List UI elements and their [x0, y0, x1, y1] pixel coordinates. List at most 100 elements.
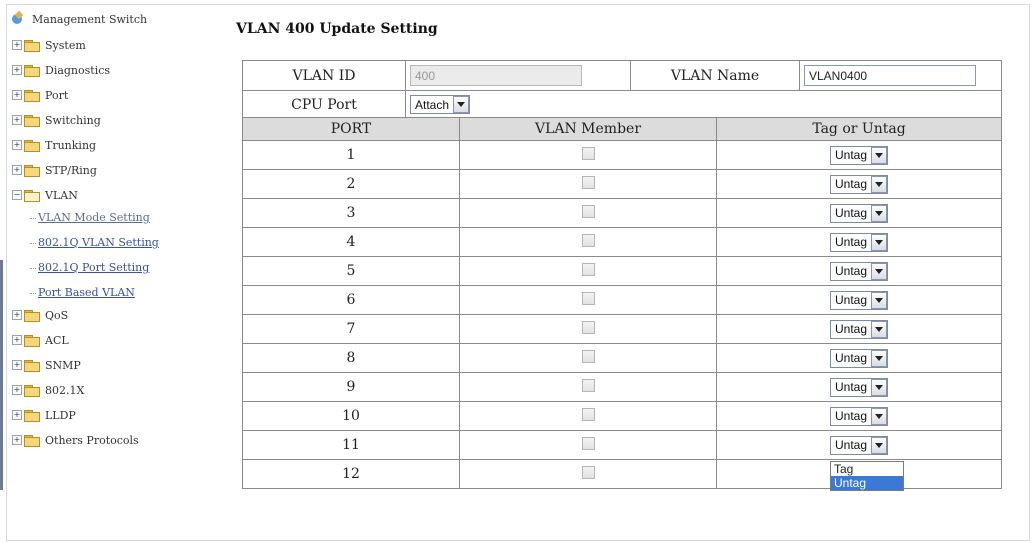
col-header-port: PORT [242, 117, 460, 141]
folder-icon [24, 139, 40, 152]
vlan-member-checkbox[interactable] [581, 262, 595, 276]
expand-icon[interactable]: + [12, 335, 22, 345]
vlan-member-checkbox[interactable] [581, 291, 595, 305]
sidebar-item-lldp[interactable]: + LLDP [12, 406, 76, 424]
vlan-member-checkbox[interactable] [581, 175, 595, 189]
sidebar-item-label: QoS [45, 308, 69, 322]
chevron-down-icon[interactable] [871, 233, 888, 251]
vlan-member-cell [459, 169, 717, 199]
vlan-member-checkbox[interactable] [581, 436, 595, 450]
chevron-down-icon[interactable] [871, 436, 888, 454]
tag-untag-select[interactable]: Untag [829, 203, 889, 223]
sidebar-item-vlan[interactable]: − VLAN [12, 186, 78, 204]
table-row: 11 Untag [242, 430, 1002, 460]
table-row: 7 Untag [242, 314, 1002, 344]
folder-icon [24, 64, 40, 77]
sublink-label: VLAN Mode Setting [38, 211, 150, 224]
sidebar-item-switching[interactable]: + Switching [12, 111, 101, 129]
expand-icon[interactable]: + [12, 140, 22, 150]
sidebar-item-8021x[interactable]: + 802.1X [12, 381, 84, 399]
tag-untag-select[interactable]: Untag [829, 145, 889, 165]
chevron-down-icon[interactable] [871, 291, 888, 309]
sidebar-item-label: System [45, 38, 86, 52]
tag-cell: Untag [716, 140, 1002, 170]
expand-icon[interactable]: + [12, 165, 22, 175]
port-number: 2 [242, 169, 460, 199]
management-switch-icon [10, 12, 26, 26]
table-row: 9 Untag [242, 372, 1002, 402]
sidebar-item-label: Trunking [45, 138, 97, 152]
expand-icon[interactable]: + [12, 40, 22, 50]
chevron-down-icon[interactable] [871, 146, 888, 164]
tag-cell: Untag [716, 372, 1002, 402]
vlan-member-checkbox[interactable] [581, 407, 595, 421]
expand-icon[interactable]: + [12, 360, 22, 370]
tag-untag-select[interactable]: Untag [829, 377, 889, 397]
sidebar-item-stp-ring[interactable]: + STP/Ring [12, 161, 97, 179]
tag-untag-value: Untag [834, 293, 868, 307]
chevron-down-icon[interactable] [453, 96, 470, 113]
port-number: 9 [242, 372, 460, 402]
vlan-name-cell [799, 60, 1002, 91]
expand-icon[interactable]: + [12, 90, 22, 100]
page-title: VLAN 400 Update Setting [236, 21, 438, 37]
vlan-name-input[interactable] [804, 65, 976, 86]
dropdown-option-tag[interactable]: Tag [831, 462, 903, 476]
tree-connector [30, 217, 36, 219]
vlan-member-checkbox[interactable] [581, 204, 595, 218]
vlan-member-checkbox[interactable] [581, 320, 595, 334]
tag-untag-select[interactable]: Untag [829, 319, 889, 339]
chevron-down-icon[interactable] [871, 378, 888, 396]
vlan-member-checkbox[interactable] [581, 349, 595, 363]
chevron-down-icon[interactable] [871, 204, 888, 222]
sidebar-sub-8021q-vlan-setting[interactable]: 802.1Q VLAN Setting [30, 236, 159, 249]
dropdown-option-untag[interactable]: Untag [831, 476, 903, 490]
chevron-down-icon[interactable] [871, 175, 888, 193]
chevron-down-icon[interactable] [871, 262, 888, 280]
sidebar-item-trunking[interactable]: + Trunking [12, 136, 96, 154]
sidebar-sub-vlan-mode-setting[interactable]: VLAN Mode Setting [30, 211, 150, 224]
port-table-header: PORT VLAN Member Tag or Untag [242, 117, 1002, 141]
sidebar-item-snmp[interactable]: + SNMP [12, 356, 81, 374]
expand-icon[interactable]: + [12, 410, 22, 420]
vlan-member-checkbox[interactable] [581, 378, 595, 392]
chevron-down-icon[interactable] [871, 320, 888, 338]
tag-untag-value: Untag [834, 148, 868, 162]
sidebar-item-qos[interactable]: + QoS [12, 306, 68, 324]
expand-icon[interactable]: + [12, 310, 22, 320]
expand-icon[interactable]: + [12, 115, 22, 125]
expand-icon[interactable]: + [12, 435, 22, 445]
tree-root[interactable]: Management Switch [10, 10, 147, 28]
tag-untag-select[interactable]: Untag [829, 290, 889, 310]
collapse-icon[interactable]: − [12, 190, 22, 200]
sidebar-item-label: STP/Ring [45, 163, 97, 177]
tag-untag-select[interactable]: Untag [829, 406, 889, 426]
tag-untag-dropdown-list: Tag Untag [830, 461, 904, 491]
sidebar-item-acl[interactable]: + ACL [12, 331, 69, 349]
vlan-member-checkbox[interactable] [581, 465, 595, 479]
tag-cell: Untag [716, 169, 1002, 199]
sidebar-item-system[interactable]: + System [12, 36, 86, 54]
tag-untag-select[interactable]: Untag [829, 435, 889, 455]
expand-icon[interactable]: + [12, 65, 22, 75]
sidebar-sub-port-based-vlan[interactable]: Port Based VLAN [30, 286, 135, 299]
table-row: 1 Untag [242, 140, 1002, 170]
sidebar-sub-8021q-port-setting[interactable]: 802.1Q Port Setting [30, 261, 149, 274]
expand-icon[interactable]: + [12, 385, 22, 395]
chevron-down-icon[interactable] [871, 407, 888, 425]
col-header-vlan-member: VLAN Member [459, 117, 717, 141]
sidebar-item-label: 802.1X [45, 383, 85, 397]
vlan-member-checkbox[interactable] [581, 233, 595, 247]
tag-untag-select[interactable]: Untag [829, 348, 889, 368]
port-number: 8 [242, 343, 460, 373]
sidebar-item-port[interactable]: + Port [12, 86, 68, 104]
tag-untag-select[interactable]: Untag [829, 174, 889, 194]
sidebar-item-others-protocols[interactable]: + Others Protocols [12, 431, 139, 449]
tag-untag-select[interactable]: Untag [829, 261, 889, 281]
vlan-member-checkbox[interactable] [581, 146, 595, 160]
tag-untag-select[interactable]: Untag [829, 232, 889, 252]
sidebar-item-diagnostics[interactable]: + Diagnostics [12, 61, 110, 79]
chevron-down-icon[interactable] [871, 349, 888, 367]
cpu-port-select[interactable]: Attach [410, 95, 471, 114]
tag-cell: Untag [716, 256, 1002, 286]
